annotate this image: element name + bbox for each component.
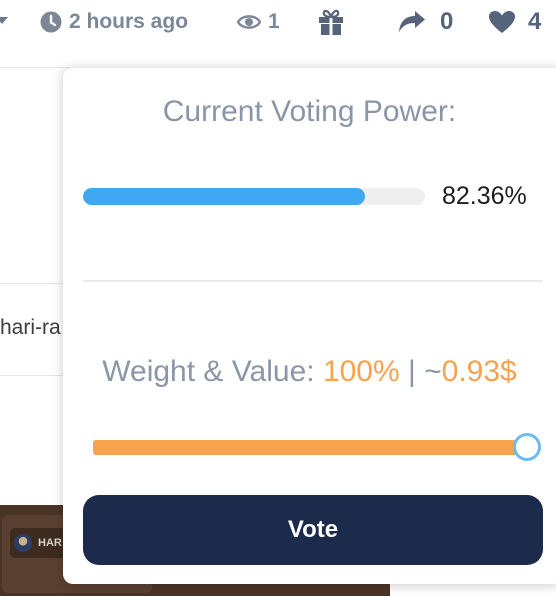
thumbnail-author-text: HAR	[38, 537, 62, 549]
gift-button[interactable]	[318, 8, 344, 36]
content-divider	[0, 283, 70, 284]
slider-handle[interactable]	[513, 433, 541, 461]
vote-button[interactable]: Vote	[83, 495, 543, 565]
share-button[interactable]: 0	[398, 8, 453, 36]
voting-power-fill	[83, 188, 365, 205]
shares-count: 0	[440, 8, 454, 35]
post-time: 2 hours ago	[40, 8, 188, 36]
popover-divider	[83, 280, 543, 282]
weight-value-label: Weight & Value:	[102, 355, 323, 388]
slider-fill	[93, 440, 525, 455]
voting-power-percent: 82.36%	[442, 182, 527, 210]
gift-icon[interactable]	[318, 9, 344, 36]
clock-icon	[40, 11, 62, 33]
value-separator: | ~	[399, 355, 442, 388]
content-divider	[0, 375, 70, 376]
voting-power-bar	[83, 188, 425, 205]
vote-value: 0.93$	[441, 355, 517, 388]
voting-power-title: Current Voting Power:	[162, 95, 457, 128]
weight-percent: 100%	[322, 355, 400, 388]
avatar	[14, 534, 32, 552]
post-stats-bar: 2 hours ago 1 0 4	[0, 0, 556, 44]
content-divider	[0, 67, 70, 68]
views-text: 1	[268, 10, 280, 33]
eye-icon	[237, 13, 261, 31]
voting-popover: Current Voting Power: 82.36% Weight & Va…	[63, 68, 556, 584]
heart-icon[interactable]	[488, 10, 516, 34]
time-ago-text: 2 hours ago	[69, 10, 189, 33]
author-link[interactable]: hari-ra	[0, 316, 61, 340]
vote-weight-slider[interactable]	[93, 432, 541, 462]
caret-down-icon[interactable]	[0, 17, 8, 24]
likes-count: 4	[528, 8, 542, 35]
view-count: 1	[237, 8, 280, 36]
weight-value-line: Weight & Value: 100% | ~0.93$	[63, 355, 556, 389]
like-button[interactable]: 4	[488, 8, 541, 36]
share-icon[interactable]	[398, 10, 426, 34]
